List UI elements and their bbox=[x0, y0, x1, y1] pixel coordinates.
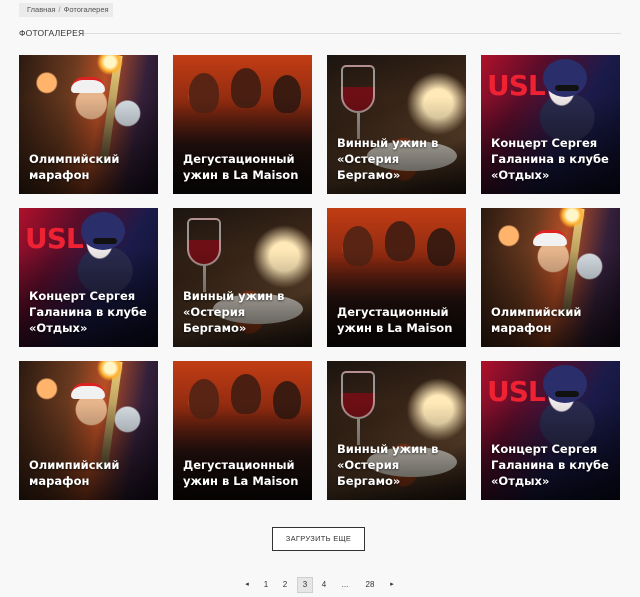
gallery-item[interactable]: Олимпийский марафон bbox=[19, 55, 158, 194]
gallery-item-caption: Олимпийский марафон bbox=[29, 458, 120, 489]
breadcrumb-home-link[interactable]: Главная bbox=[27, 5, 56, 14]
breadcrumb-current: Фотогалерея bbox=[63, 5, 109, 14]
gallery-item[interactable]: USL Концерт Сергея Галанина в клубе «Отды… bbox=[19, 208, 158, 347]
gallery-item[interactable]: Олимпийский марафон bbox=[481, 208, 620, 347]
pagination-page-link[interactable]: 28 bbox=[364, 577, 376, 593]
pagination-current-page[interactable]: 3 bbox=[297, 577, 313, 593]
gallery-grid: Олимпийский марафон Дегустационный ужин в… bbox=[19, 55, 621, 500]
pagination-page-link[interactable]: 2 bbox=[279, 577, 291, 593]
gallery-item-caption: Винный ужин в «Остерия Бергамо» bbox=[337, 136, 439, 183]
gallery-item[interactable]: Олимпийский марафон bbox=[19, 361, 158, 500]
gallery-item-caption: Концерт Сергея Галанина в клубе «Отдых» bbox=[491, 442, 609, 489]
title-divider bbox=[84, 33, 621, 34]
hat-shape bbox=[71, 383, 105, 399]
gallery-item[interactable]: Винный ужин в «Остерия Бергамо» bbox=[327, 361, 466, 500]
prev-page-icon[interactable]: ◂ bbox=[243, 577, 251, 593]
gallery-item-caption: Винный ужин в «Остерия Бергамо» bbox=[183, 289, 285, 336]
gallery-item-caption: Концерт Сергея Галанина в клубе «Отдых» bbox=[29, 289, 147, 336]
pagination-ellipsis: ... bbox=[341, 580, 349, 589]
sunglasses-shape bbox=[93, 238, 117, 244]
gallery-item-caption: Дегустационный ужин в La Maison bbox=[183, 458, 299, 489]
gallery-item-caption: Олимпийский марафон bbox=[491, 305, 582, 336]
hat-shape bbox=[71, 77, 105, 93]
load-more-button[interactable]: ЗАГРУЗИТЬ ЕЩЕ bbox=[272, 527, 365, 551]
gallery-item[interactable]: USL Концерт Сергея Галанина в клубе «Отды… bbox=[481, 361, 620, 500]
figure-shape bbox=[81, 212, 125, 250]
gallery-item[interactable]: Дегустационный ужин в La Maison bbox=[327, 208, 466, 347]
gallery-item-caption: Дегустационный ужин в La Maison bbox=[183, 152, 299, 183]
hat-shape bbox=[533, 230, 567, 246]
pagination: ◂ 1 2 3 4... 28 ▸ bbox=[0, 577, 640, 593]
gallery-item-caption: Винный ужин в «Остерия Бергамо» bbox=[337, 442, 439, 489]
sunglasses-shape bbox=[555, 391, 579, 397]
next-page-icon[interactable]: ▸ bbox=[388, 577, 396, 593]
breadcrumb-separator: / bbox=[58, 5, 61, 14]
gallery-item[interactable]: Винный ужин в «Остерия Бергамо» bbox=[173, 208, 312, 347]
page-title: ФОТОГАЛЕРЕЯ bbox=[19, 28, 85, 38]
gallery-item-caption: Дегустационный ужин в La Maison bbox=[337, 305, 453, 336]
gallery-item[interactable]: Дегустационный ужин в La Maison bbox=[173, 361, 312, 500]
gallery-item-caption: Концерт Сергея Галанина в клубе «Отдых» bbox=[491, 136, 609, 183]
figure-shape bbox=[543, 59, 587, 97]
gallery-item[interactable]: Винный ужин в «Остерия Бергамо» bbox=[327, 55, 466, 194]
figure-shape bbox=[543, 365, 587, 403]
gallery-item[interactable]: USL Концерт Сергея Галанина в клубе «Отды… bbox=[481, 55, 620, 194]
gallery-item-caption: Олимпийский марафон bbox=[29, 152, 120, 183]
breadcrumb: Главная / Фотогалерея bbox=[19, 3, 113, 17]
pagination-page-link[interactable]: 1 bbox=[260, 577, 272, 593]
pagination-page-link[interactable]: 4 bbox=[318, 577, 330, 593]
gallery-item[interactable]: Дегустационный ужин в La Maison bbox=[173, 55, 312, 194]
sunglasses-shape bbox=[555, 85, 579, 91]
